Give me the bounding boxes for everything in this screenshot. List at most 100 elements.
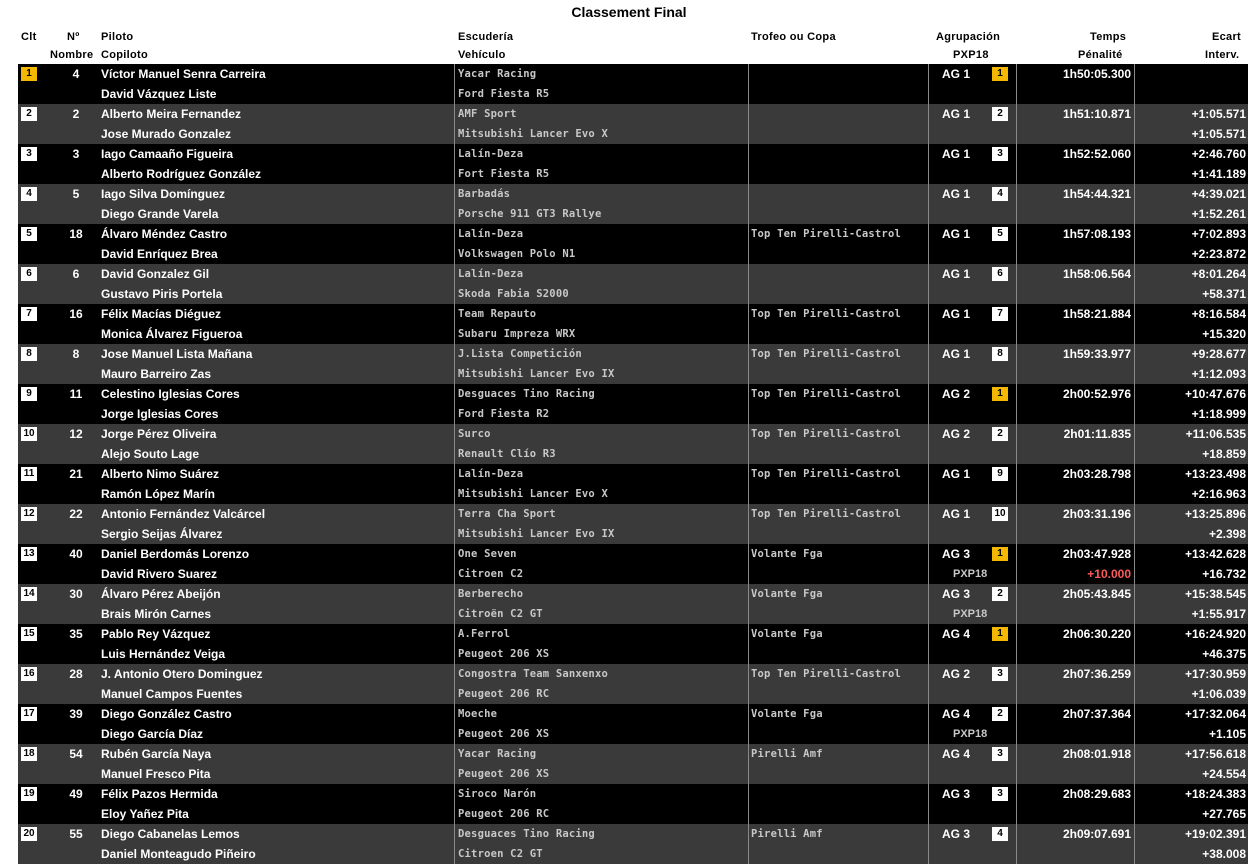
table-row: 5 18 Álvaro Méndez Castro David Enríquez Br…	[18, 224, 1248, 264]
vehicle-name: Fort Fiesta R5	[458, 168, 550, 180]
copilot-name: Diego Grande Varela	[101, 207, 219, 221]
column-divider	[1016, 824, 1017, 864]
pilot-name: David Gonzalez Gil	[101, 267, 210, 281]
column-divider	[454, 704, 455, 744]
group-position-badge: 7	[992, 307, 1008, 321]
table-row: 3 3 Iago Camaaño Figueira Alberto Rodríguez…	[18, 144, 1248, 184]
column-divider	[1016, 664, 1017, 704]
car-number: 21	[69, 467, 83, 481]
gap-to-leader: +11:06.535	[1185, 427, 1246, 441]
column-divider	[928, 224, 929, 264]
column-divider	[454, 584, 455, 624]
pilot-name: Félix Macías Diéguez	[101, 307, 222, 321]
gap-interval: +24.554	[1202, 767, 1246, 781]
group-position-badge: 2	[992, 107, 1008, 121]
position-badge: 8	[21, 347, 37, 361]
total-time: 2h05:43.845	[1062, 587, 1131, 601]
column-divider	[454, 544, 455, 584]
column-divider	[1134, 264, 1135, 304]
column-divider	[454, 144, 455, 184]
group-label: AG 1	[942, 267, 971, 281]
group-label: AG 4	[942, 707, 971, 721]
group-label: AG 4	[942, 627, 971, 641]
vehicle-name: Renault Clío R3	[458, 448, 556, 460]
trophy-name: Volante Fga	[751, 548, 823, 560]
total-time: 1h59:33.977	[1062, 347, 1131, 361]
gap-to-leader: +7:02.893	[1191, 227, 1246, 241]
total-time: 2h01:11.835	[1063, 427, 1131, 441]
group-sub-label: PXP18	[953, 568, 988, 580]
vehicle-name: Ford Fiesta R5	[458, 88, 550, 100]
vehicle-name: Peugeot 206 XS	[458, 648, 550, 660]
column-divider	[928, 664, 929, 704]
gap-interval: +2.398	[1208, 527, 1246, 541]
column-divider	[928, 744, 929, 784]
copilot-name: Monica Álvarez Figueroa	[101, 327, 243, 341]
total-time: 1h58:06.564	[1062, 267, 1131, 281]
total-time: 1h51:10.871	[1062, 107, 1131, 121]
column-divider	[1016, 784, 1017, 824]
column-divider	[928, 104, 929, 144]
gap-to-leader: +4:39.021	[1191, 187, 1246, 201]
column-divider	[748, 464, 749, 504]
header-penalite: Pénalité	[1078, 49, 1123, 61]
group-label: AG 4	[942, 747, 971, 761]
position-badge: 14	[21, 587, 37, 601]
header-pxp18: PXP18	[953, 49, 989, 61]
column-divider	[1134, 664, 1135, 704]
header-nombre: Nombre	[50, 49, 94, 61]
trophy-name: Top Ten Pirelli-Castrol	[751, 228, 901, 240]
group-label: AG 1	[942, 227, 971, 241]
group-position-badge: 1	[992, 547, 1008, 561]
header-copiloto: Copiloto	[101, 49, 148, 61]
column-divider	[748, 784, 749, 824]
column-divider	[1134, 704, 1135, 744]
pilot-name: Víctor Manuel Senra Carreira	[101, 67, 266, 81]
team-name: J.Lista Competición	[458, 348, 582, 360]
column-divider	[1134, 464, 1135, 504]
gap-interval: +1:12.093	[1191, 367, 1246, 381]
trophy-name: Pirelli Amf	[751, 748, 823, 760]
car-number: 28	[69, 667, 83, 681]
column-divider	[1016, 104, 1017, 144]
total-time: 1h50:05.300	[1062, 67, 1131, 81]
team-name: Lalín-Deza	[458, 468, 524, 480]
table-row: 6 6 David Gonzalez Gil Gustavo Piris Portel…	[18, 264, 1248, 304]
column-divider	[748, 144, 749, 184]
table-row: 20 55 Diego Cabanelas Lemos Daniel Monteagu…	[18, 824, 1248, 864]
table-row: 12 22 Antonio Fernández Valcárcel Sergio Se…	[18, 504, 1248, 544]
group-position-badge: 4	[992, 827, 1008, 841]
column-divider	[1134, 184, 1135, 224]
column-divider	[454, 624, 455, 664]
column-divider	[1016, 544, 1017, 584]
trophy-name: Top Ten Pirelli-Castrol	[751, 468, 901, 480]
pilot-name: Antonio Fernández Valcárcel	[101, 507, 266, 521]
position-badge: 11	[21, 467, 37, 481]
column-divider	[928, 64, 929, 104]
car-number: 18	[69, 227, 83, 241]
column-divider	[1016, 344, 1017, 384]
total-time: 1h52:52.060	[1062, 147, 1131, 161]
car-number: 8	[72, 347, 80, 361]
position-badge: 2	[21, 107, 37, 121]
team-name: Desguaces Tino Racing	[458, 388, 595, 400]
group-label: AG 1	[942, 147, 971, 161]
position-badge: 3	[21, 147, 37, 161]
position-badge: 12	[21, 507, 37, 521]
vehicle-name: Skoda Fabia S2000	[458, 288, 569, 300]
pilot-name: Celestino Iglesias Cores	[101, 387, 240, 401]
column-divider	[748, 704, 749, 744]
position-badge: 13	[21, 547, 37, 561]
group-position-badge: 1	[992, 627, 1008, 641]
group-position-badge: 9	[992, 467, 1008, 481]
column-divider	[748, 624, 749, 664]
group-sub-label: PXP18	[953, 728, 988, 740]
column-divider	[928, 424, 929, 464]
group-label: AG 1	[942, 467, 971, 481]
column-divider	[748, 384, 749, 424]
pilot-name: Daniel Berdomás Lorenzo	[101, 547, 250, 561]
header-trofeo: Trofeo ou Copa	[751, 31, 836, 43]
column-divider	[1134, 144, 1135, 184]
gap-interval: +15.320	[1202, 327, 1246, 341]
team-name: Siroco Narón	[458, 788, 537, 800]
